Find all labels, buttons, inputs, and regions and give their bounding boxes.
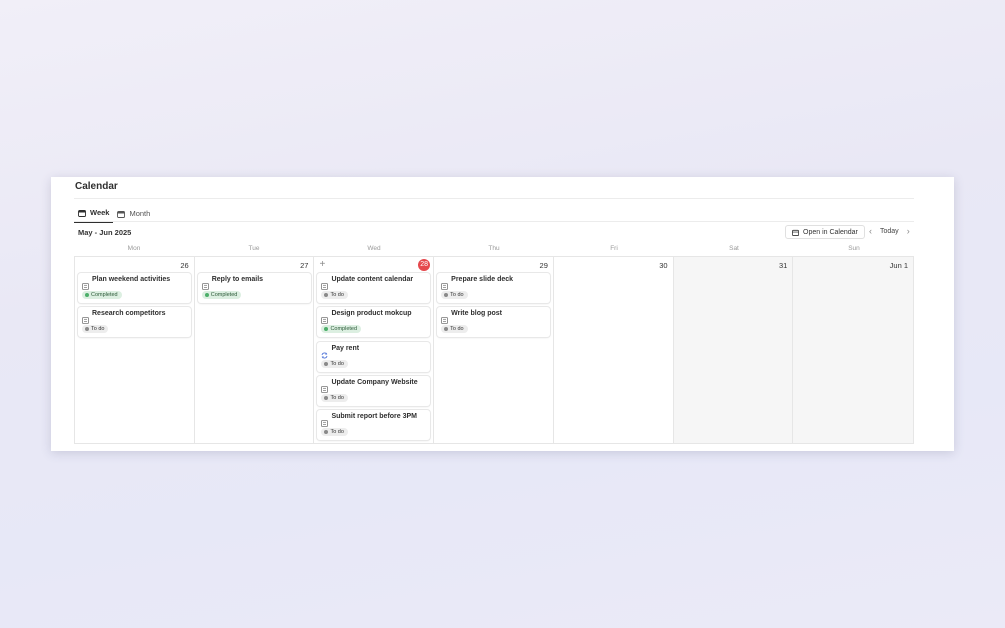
weekday-header: Mon	[127, 245, 141, 252]
status-badge[interactable]: Completed	[201, 291, 242, 299]
task-title: Research competitors	[92, 310, 166, 318]
status-label: To do	[450, 326, 464, 333]
status-label: To do	[330, 292, 344, 298]
task-title: Plan weekend activities	[92, 276, 171, 283]
task-card[interactable]: Submit report before 3PM To do	[317, 410, 431, 441]
chevron-right-icon[interactable]: ›	[907, 227, 910, 236]
status-label: To do	[450, 292, 464, 298]
weekday-header: Sat	[729, 245, 739, 252]
status-dot-icon	[444, 293, 449, 297]
task-title: Update content calendar	[331, 276, 414, 283]
today-date-number: 28	[418, 259, 431, 271]
repeat-icon	[321, 346, 328, 359]
date-number: 29	[539, 261, 548, 270]
weekday-header: Thu	[488, 245, 500, 252]
chevron-left-icon[interactable]: ‹	[869, 227, 872, 236]
status-badge[interactable]: Completed	[321, 325, 362, 334]
status-label: Completed	[91, 292, 118, 298]
today-button[interactable]: Today	[880, 228, 899, 235]
weekday-header: Fri	[610, 245, 618, 252]
weekday-header: Sun	[848, 245, 860, 252]
task-card[interactable]: Update content calendar To do	[317, 273, 431, 303]
date-number: 26	[180, 261, 189, 270]
add-task-icon[interactable]: +	[319, 260, 325, 270]
weekday-header: Tue	[248, 245, 260, 252]
status-dot-icon	[324, 430, 329, 435]
day-column[interactable]: +28 Update content calendar To do Design pr…	[314, 257, 435, 443]
task-card[interactable]: Pay rent To do	[317, 341, 431, 372]
task-card[interactable]: Write blog post To do	[437, 307, 551, 338]
divider	[74, 198, 914, 199]
task-card[interactable]: Prepare slide deck To do	[437, 273, 551, 303]
calendar-icon	[117, 210, 126, 218]
status-dot-icon	[85, 293, 89, 297]
task-title: Update Company Website	[331, 378, 418, 386]
task-title: Prepare slide deck	[451, 276, 514, 283]
task-icon	[82, 277, 89, 290]
weekday-header: Wed	[367, 245, 381, 252]
status-badge[interactable]: To do	[82, 325, 109, 334]
day-column[interactable]: 29 Prepare slide deck To do Write blog post…	[434, 257, 554, 443]
week-grid: 26 Plan weekend activities Completed Resear…	[74, 256, 914, 444]
task-title: Submit report before 3PM	[331, 413, 418, 421]
tab-week-label: Week	[90, 208, 110, 217]
status-label: To do	[330, 429, 344, 436]
status-label: Completed	[330, 326, 358, 333]
status-dot-icon	[85, 327, 89, 332]
day-column[interactable]: 27 Reply to emails Completed	[195, 257, 315, 443]
open-in-calendar-label: Open in Calendar	[803, 228, 858, 236]
task-card[interactable]: Reply to emails Completed	[197, 273, 311, 303]
task-icon	[321, 311, 329, 325]
status-label: To do	[330, 394, 344, 401]
status-badge[interactable]: Completed	[82, 291, 122, 299]
status-dot-icon	[324, 361, 329, 366]
status-dot-icon	[324, 327, 329, 332]
task-title: Reply to emails	[211, 276, 264, 283]
task-icon	[321, 380, 329, 393]
task-icon	[82, 311, 89, 325]
status-label: Completed	[210, 292, 238, 298]
status-badge[interactable]: To do	[441, 325, 468, 334]
status-badge[interactable]: To do	[321, 393, 348, 402]
status-dot-icon	[324, 395, 329, 400]
task-card[interactable]: Plan weekend activities Completed	[78, 273, 191, 303]
task-title: Design product mokcup	[331, 310, 412, 318]
task-icon	[441, 277, 449, 290]
open-in-calendar-button[interactable]: Open in Calendar	[785, 225, 865, 239]
task-title: Write blog post	[451, 310, 502, 318]
status-label: To do	[91, 326, 105, 333]
week-navigation: ‹ Today ›	[869, 227, 910, 236]
calendar-icon	[78, 209, 86, 217]
task-title: Pay rent	[331, 344, 360, 352]
task-card[interactable]: Research competitors To do	[78, 307, 191, 338]
status-badge[interactable]: To do	[321, 291, 348, 299]
status-dot-icon	[324, 293, 329, 297]
calendar-window: Calendar Week Month May - Jun 2025 Open …	[51, 177, 954, 451]
date-number: 27	[300, 261, 309, 270]
task-card[interactable]: Design product mokcup Completed	[317, 307, 431, 338]
date-number: 30	[659, 261, 668, 270]
task-icon	[321, 414, 329, 428]
day-column[interactable]: Jun 1	[793, 257, 914, 443]
day-column[interactable]: 26 Plan weekend activities Completed Resear…	[75, 257, 195, 443]
status-dot-icon	[204, 293, 209, 297]
status-badge[interactable]: To do	[441, 291, 468, 299]
tab-month-label: Month	[129, 209, 151, 218]
status-label: To do	[330, 360, 344, 367]
divider	[74, 221, 914, 222]
date-number: 31	[778, 261, 788, 270]
day-column[interactable]: 31	[673, 257, 794, 443]
task-icon	[321, 277, 329, 290]
page-title: Calendar	[75, 181, 118, 192]
date-number: Jun 1	[889, 261, 909, 270]
date-range-label: May - Jun 2025	[78, 228, 132, 237]
task-card[interactable]: Update Company Website To do	[317, 375, 431, 406]
status-badge[interactable]: To do	[321, 359, 348, 368]
task-icon	[441, 311, 449, 325]
status-badge[interactable]: To do	[321, 428, 348, 437]
day-column[interactable]: 30	[554, 257, 674, 443]
status-dot-icon	[444, 327, 449, 332]
calendar-icon	[792, 229, 799, 236]
task-icon	[201, 277, 209, 290]
